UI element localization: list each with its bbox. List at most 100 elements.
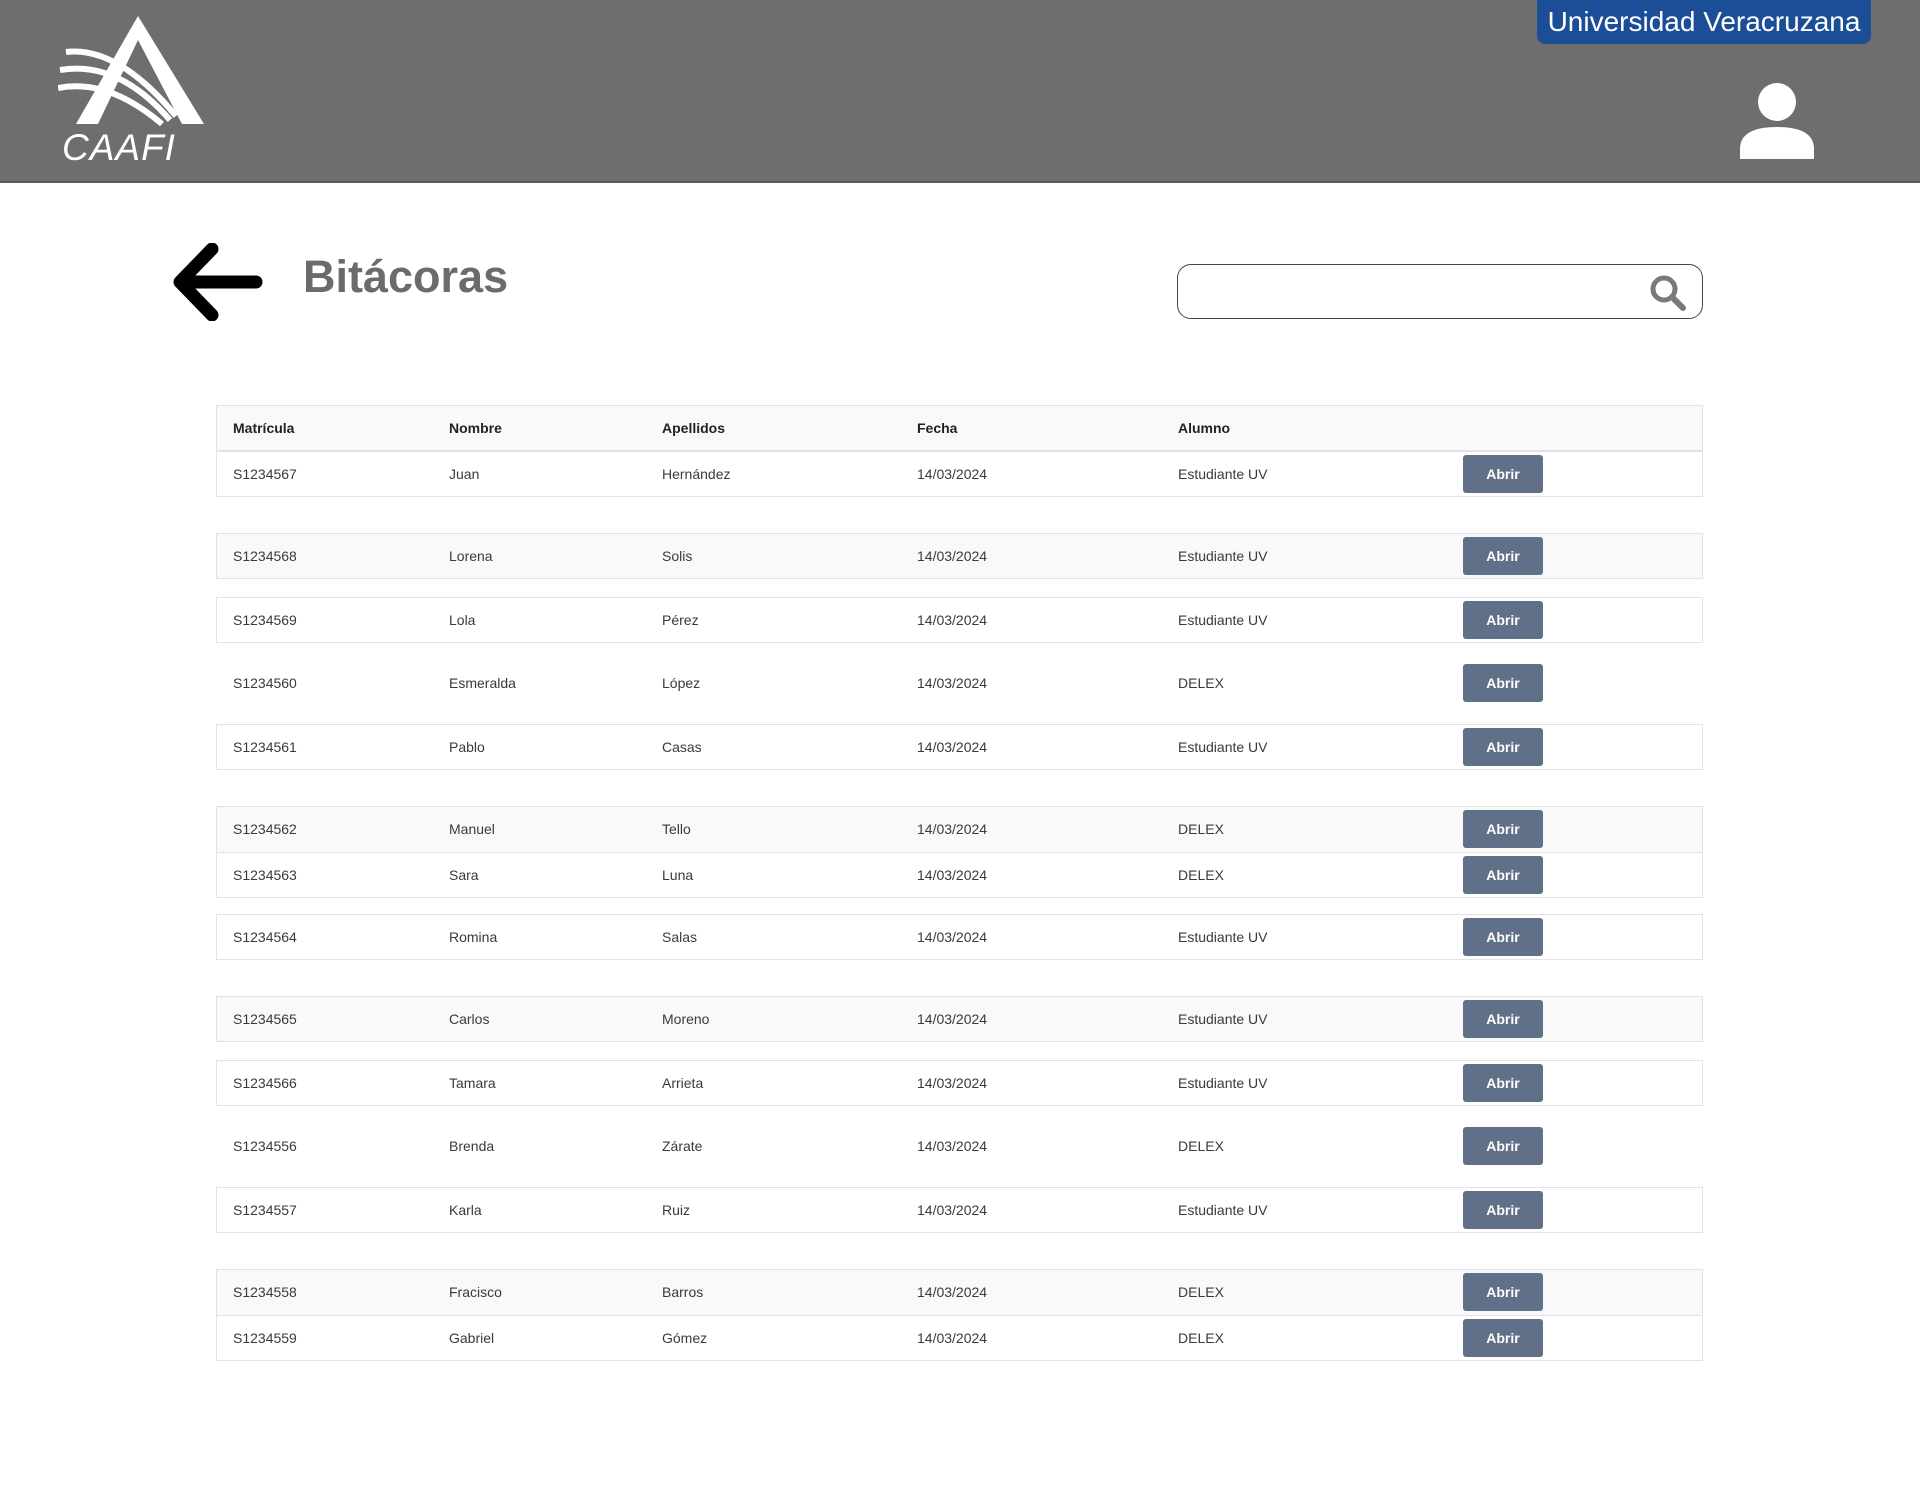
cell-apellidos: Ruiz xyxy=(662,1202,691,1218)
page-title: Bitácoras xyxy=(303,251,509,302)
cell-matricula: S1234569 xyxy=(233,612,297,628)
logo-text: CAAFI xyxy=(62,127,176,168)
cell-fecha: 14/03/2024 xyxy=(917,739,988,755)
open-button[interactable]: Abrir xyxy=(1463,1000,1543,1038)
cell-apellidos: Luna xyxy=(662,867,694,883)
table-row: S1234561 Pablo Casas 14/03/2024 Estudian… xyxy=(216,724,1703,770)
cell-apellidos: Zárate xyxy=(662,1138,703,1154)
cell-nombre: Gabriel xyxy=(449,1330,495,1346)
table-row: S1234562 Manuel Tello 14/03/2024 DELEX A… xyxy=(216,806,1703,852)
open-button[interactable]: Abrir xyxy=(1463,1127,1543,1165)
search-icon[interactable] xyxy=(1648,273,1688,313)
cell-apellidos: López xyxy=(662,675,701,691)
cell-apellidos: Casas xyxy=(662,739,702,755)
open-button[interactable]: Abrir xyxy=(1463,664,1543,702)
cell-apellidos: Barros xyxy=(662,1284,704,1300)
table-row: S1234559 Gabriel Gómez 14/03/2024 DELEX … xyxy=(216,1315,1703,1361)
cell-matricula: S1234562 xyxy=(233,821,297,837)
cell-fecha: 14/03/2024 xyxy=(917,612,988,628)
table-row: S1234564 Romina Salas 14/03/2024 Estudia… xyxy=(216,914,1703,960)
open-button[interactable]: Abrir xyxy=(1463,810,1543,848)
column-header-matricula: Matrícula xyxy=(233,420,295,436)
cell-matricula: S1234564 xyxy=(233,929,297,945)
cell-apellidos: Solis xyxy=(662,548,693,564)
cell-apellidos: Gómez xyxy=(662,1330,708,1346)
cell-nombre: Pablo xyxy=(449,739,485,755)
cell-alumno: Estudiante UV xyxy=(1178,1202,1268,1218)
cell-matricula: S1234556 xyxy=(233,1138,297,1154)
cell-alumno: Estudiante UV xyxy=(1178,739,1268,755)
table-row: S1234569 Lola Pérez 14/03/2024 Estudiant… xyxy=(216,597,1703,643)
cell-nombre: Sara xyxy=(449,867,479,883)
cell-matricula: S1234568 xyxy=(233,548,297,564)
cell-fecha: 14/03/2024 xyxy=(917,929,988,945)
cell-alumno: DELEX xyxy=(1178,1284,1224,1300)
cell-apellidos: Pérez xyxy=(662,612,699,628)
cell-fecha: 14/03/2024 xyxy=(917,466,988,482)
cell-apellidos: Salas xyxy=(662,929,698,945)
cell-matricula: S1234563 xyxy=(233,867,297,883)
cell-nombre: Romina xyxy=(449,929,498,945)
cell-nombre: Juan xyxy=(449,466,480,482)
table-row: S1234566 Tamara Arrieta 14/03/2024 Estud… xyxy=(216,1060,1703,1106)
cell-matricula: S1234565 xyxy=(233,1011,297,1027)
cell-fecha: 14/03/2024 xyxy=(917,548,988,564)
open-button[interactable]: Abrir xyxy=(1463,537,1543,575)
caafi-logo[interactable]: CAAFI xyxy=(58,16,204,166)
cell-nombre: Lorena xyxy=(449,548,493,564)
cell-fecha: 14/03/2024 xyxy=(917,1284,988,1300)
table-row: S1234568 Lorena Solis 14/03/2024 Estudia… xyxy=(216,533,1703,579)
cell-matricula: S1234559 xyxy=(233,1330,297,1346)
cell-nombre: Brenda xyxy=(449,1138,495,1154)
open-button[interactable]: Abrir xyxy=(1463,601,1543,639)
cell-alumno: DELEX xyxy=(1178,1330,1224,1346)
table-row: S1234556 Brenda Zárate 14/03/2024 DELEX … xyxy=(216,1123,1703,1169)
cell-matricula: S1234566 xyxy=(233,1075,297,1091)
cell-matricula: S1234561 xyxy=(233,739,297,755)
cell-alumno: Estudiante UV xyxy=(1178,1075,1268,1091)
university-badge: Universidad Veracruzana xyxy=(1537,0,1871,44)
cell-apellidos: Hernández xyxy=(662,466,731,482)
cell-alumno: Estudiante UV xyxy=(1178,1011,1268,1027)
open-button[interactable]: Abrir xyxy=(1463,1319,1543,1357)
cell-alumno: Estudiante UV xyxy=(1178,548,1268,564)
cell-fecha: 14/03/2024 xyxy=(917,1075,988,1091)
back-button[interactable] xyxy=(172,242,264,322)
cell-nombre: Lola xyxy=(449,612,476,628)
cell-fecha: 14/03/2024 xyxy=(917,1202,988,1218)
open-button[interactable]: Abrir xyxy=(1463,856,1543,894)
search-input[interactable] xyxy=(1192,273,1616,311)
table-row: S1234560 Esmeralda López 14/03/2024 DELE… xyxy=(216,660,1703,706)
cell-fecha: 14/03/2024 xyxy=(917,1330,988,1346)
table-row: S1234567 Juan Hernández 14/03/2024 Estud… xyxy=(216,451,1703,497)
cell-fecha: 14/03/2024 xyxy=(917,675,988,691)
cell-nombre: Karla xyxy=(449,1202,482,1218)
caafi-logo-mark xyxy=(58,16,204,127)
open-button[interactable]: Abrir xyxy=(1463,1064,1543,1102)
search-box xyxy=(1177,264,1703,319)
cell-alumno: DELEX xyxy=(1178,821,1224,837)
open-button[interactable]: Abrir xyxy=(1463,1273,1543,1311)
cell-nombre: Esmeralda xyxy=(449,675,516,691)
table-row: S1234565 Carlos Moreno 14/03/2024 Estudi… xyxy=(216,996,1703,1042)
open-button[interactable]: Abrir xyxy=(1463,1191,1543,1229)
cell-fecha: 14/03/2024 xyxy=(917,821,988,837)
cell-apellidos: Moreno xyxy=(662,1011,710,1027)
column-header-apellidos: Apellidos xyxy=(662,420,726,436)
cell-alumno: DELEX xyxy=(1178,867,1224,883)
user-icon[interactable] xyxy=(1740,83,1814,159)
cell-nombre: Carlos xyxy=(449,1011,490,1027)
cell-fecha: 14/03/2024 xyxy=(917,1011,988,1027)
cell-alumno: DELEX xyxy=(1178,1138,1224,1154)
cell-alumno: Estudiante UV xyxy=(1178,466,1268,482)
open-button[interactable]: Abrir xyxy=(1463,728,1543,766)
cell-nombre: Manuel xyxy=(449,821,495,837)
cell-matricula: S1234558 xyxy=(233,1284,297,1300)
cell-apellidos: Arrieta xyxy=(662,1075,704,1091)
open-button[interactable]: Abrir xyxy=(1463,918,1543,956)
open-button[interactable]: Abrir xyxy=(1463,455,1543,493)
cell-alumno: Estudiante UV xyxy=(1178,612,1268,628)
column-header-nombre: Nombre xyxy=(449,420,502,436)
column-header-fecha: Fecha xyxy=(917,420,958,436)
cell-alumno: DELEX xyxy=(1178,675,1224,691)
